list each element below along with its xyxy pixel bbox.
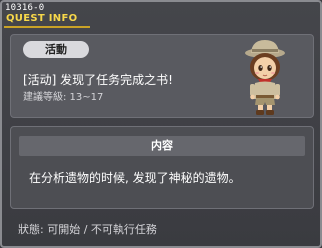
quest-status: 狀態: 可開始 / 不可執行任務: [18, 223, 157, 236]
quest-summary-panel: 活動 [活动] 发现了任务完成之书! 建議等級: 13~17: [10, 34, 314, 118]
quest-info-window: 10316-0 QUEST INFO 活動 [活动] 发现了任务完成之书! 建議…: [0, 0, 322, 248]
quest-category-badge: 活動: [23, 41, 89, 58]
recommended-level: 建議等級: 13~17: [23, 92, 104, 103]
quest-id: 10316-0: [5, 3, 45, 13]
quest-description: 在分析遗物的时候, 发现了神秘的遗物。: [29, 171, 241, 185]
quest-name: [活动] 发现了任务完成之书!: [23, 73, 173, 87]
npc-portrait-icon: [245, 40, 285, 115]
title-underline: [4, 26, 90, 28]
content-section-header: 内容: [19, 136, 305, 156]
window-title: QUEST INFO: [6, 13, 78, 24]
quest-content-panel: 内容 在分析遗物的时候, 发现了神秘的遗物。: [10, 126, 314, 209]
